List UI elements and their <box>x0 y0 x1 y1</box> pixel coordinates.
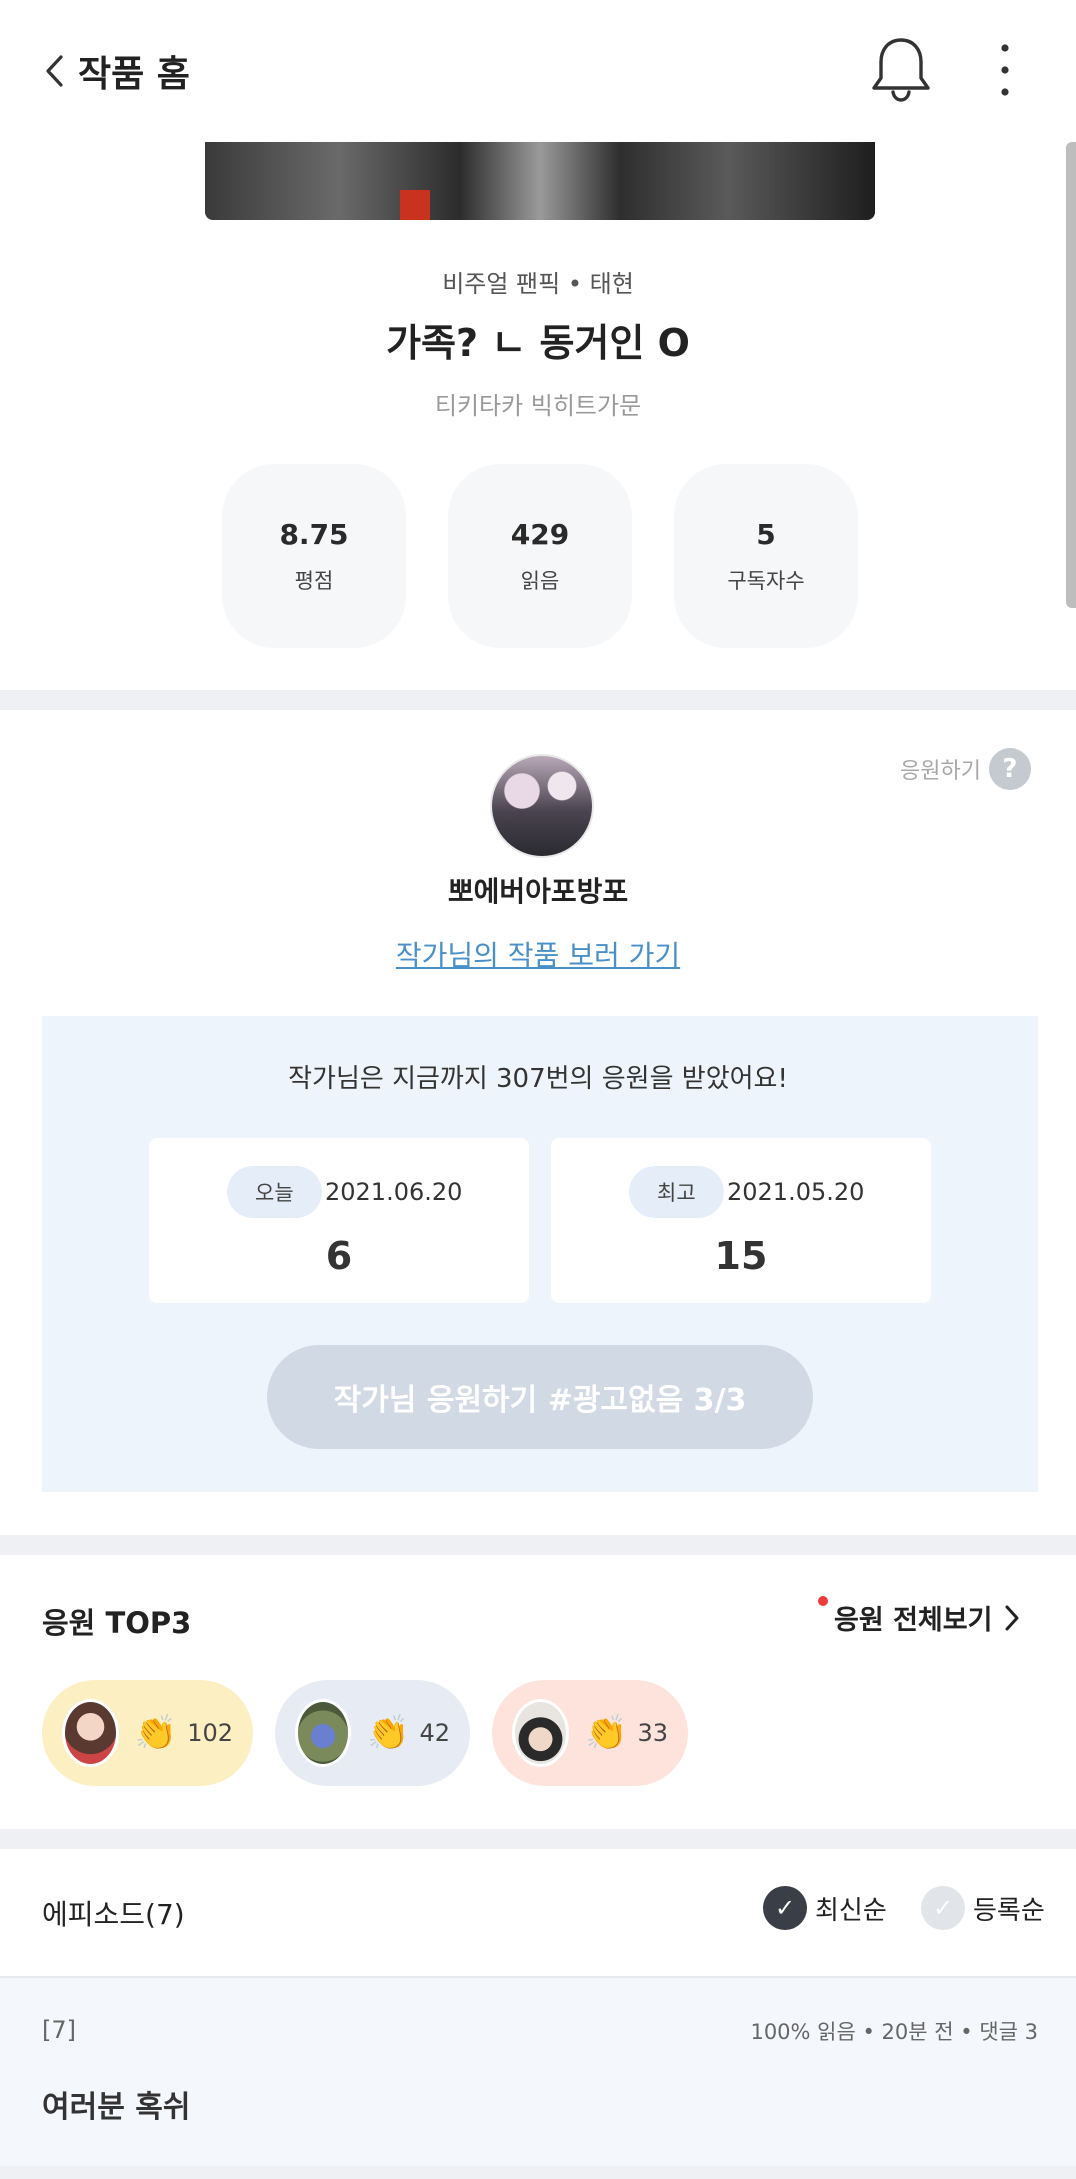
stat-label: 읽음 <box>520 568 560 593</box>
more-vertical-icon <box>1001 44 1009 96</box>
sort-registered-label: 등록순 <box>973 1895 1045 1926</box>
work-title: 가족? ㄴ 동거인 O <box>386 321 690 365</box>
support-today-card: 오늘 2021.06.20 6 <box>149 1138 529 1303</box>
work-tags: 티키타카 빅히트가문 <box>434 392 642 420</box>
top-fan-3[interactable]: 👏 33 <box>492 1680 688 1786</box>
page-title: 작품 홈 <box>78 54 190 95</box>
section-divider <box>0 1829 1076 1849</box>
fan-count: 102 <box>187 1719 233 1747</box>
stat-label: 평점 <box>294 568 334 593</box>
check-icon: ✓ <box>921 1886 965 1930</box>
sort-latest-option[interactable]: ✓ 최신순 <box>763 1886 887 1930</box>
top-fan-2[interactable]: 👏 42 <box>275 1680 470 1786</box>
bell-icon <box>872 38 930 102</box>
more-options-button[interactable] <box>990 36 1020 106</box>
support-author-button[interactable]: 작가님 응원하기 #광고없음 3/3 <box>267 1345 813 1449</box>
notification-bell-button[interactable] <box>868 34 934 104</box>
view-all-support-link[interactable]: 응원 전체보기 <box>818 1596 1020 1637</box>
stat-rating: 8.75 평점 <box>222 464 406 648</box>
best-date: 2021.05.20 <box>727 1178 865 1206</box>
stat-label: 구독자수 <box>727 568 805 593</box>
sort-latest-label: 최신순 <box>815 1895 887 1926</box>
chevron-left-icon <box>46 55 63 87</box>
check-icon: ✓ <box>763 1886 807 1930</box>
stat-value: 429 <box>510 517 570 551</box>
section-divider <box>0 2166 1076 2179</box>
clap-icon: 👏 <box>134 1713 178 1753</box>
work-genre: 비주얼 팬픽 • 태현 <box>442 270 634 298</box>
back-button[interactable]: 작품 홈 <box>44 38 190 104</box>
view-all-label: 응원 전체보기 <box>834 1605 993 1636</box>
clap-icon: 👏 <box>367 1713 410 1753</box>
fan-count: 33 <box>637 1719 668 1747</box>
author-name: 뽀에버아포방포 <box>447 875 629 908</box>
support-summary: 작가님은 지금까지 307번의 응원을 받았어요! <box>288 1064 788 1094</box>
best-badge: 최고 <box>629 1166 724 1218</box>
section-divider <box>0 690 1076 710</box>
new-dot-indicator <box>818 1596 828 1606</box>
episodes-title: 에피소드(7) <box>42 1898 185 1931</box>
stat-value: 8.75 <box>279 517 349 551</box>
top3-title: 응원 TOP3 <box>42 1606 192 1640</box>
question-icon: ? <box>988 748 1031 790</box>
stat-subscribers: 5 구독자수 <box>674 464 858 648</box>
stat-reads: 429 읽음 <box>448 464 632 648</box>
clap-icon: 👏 <box>585 1713 628 1753</box>
stat-value: 5 <box>756 517 776 551</box>
episode-row[interactable] <box>0 1976 1076 2168</box>
sort-registered-option[interactable]: ✓ 등록순 <box>921 1886 1045 1930</box>
author-avatar[interactable] <box>490 754 594 858</box>
top-fan-1[interactable]: 👏 102 <box>42 1680 253 1786</box>
fan-avatar <box>512 1699 570 1767</box>
today-date: 2021.06.20 <box>325 1178 463 1206</box>
fan-avatar <box>62 1699 119 1767</box>
section-divider <box>0 1535 1076 1555</box>
today-count: 6 <box>325 1234 353 1278</box>
episode-title: 여러분 혹쉬 <box>42 2090 191 2125</box>
support-best-card: 최고 2021.05.20 15 <box>551 1138 931 1303</box>
fan-count: 42 <box>419 1719 450 1747</box>
episode-number: [7] <box>42 2016 76 2044</box>
episode-meta: 100% 읽음 • 20분 전 • 댓글 3 <box>750 2020 1038 2044</box>
scrollbar-thumb[interactable] <box>1066 142 1076 608</box>
support-help-button[interactable]: 응원하기 ? <box>900 748 1031 790</box>
support-help-label: 응원하기 <box>900 759 981 784</box>
cover-image <box>205 142 875 220</box>
today-badge: 오늘 <box>227 1166 322 1218</box>
chevron-right-icon <box>1005 1605 1019 1630</box>
best-count: 15 <box>714 1234 768 1278</box>
author-works-link[interactable]: 작가님의 작품 보러 가기 <box>0 934 1076 974</box>
fan-avatar <box>295 1699 352 1767</box>
